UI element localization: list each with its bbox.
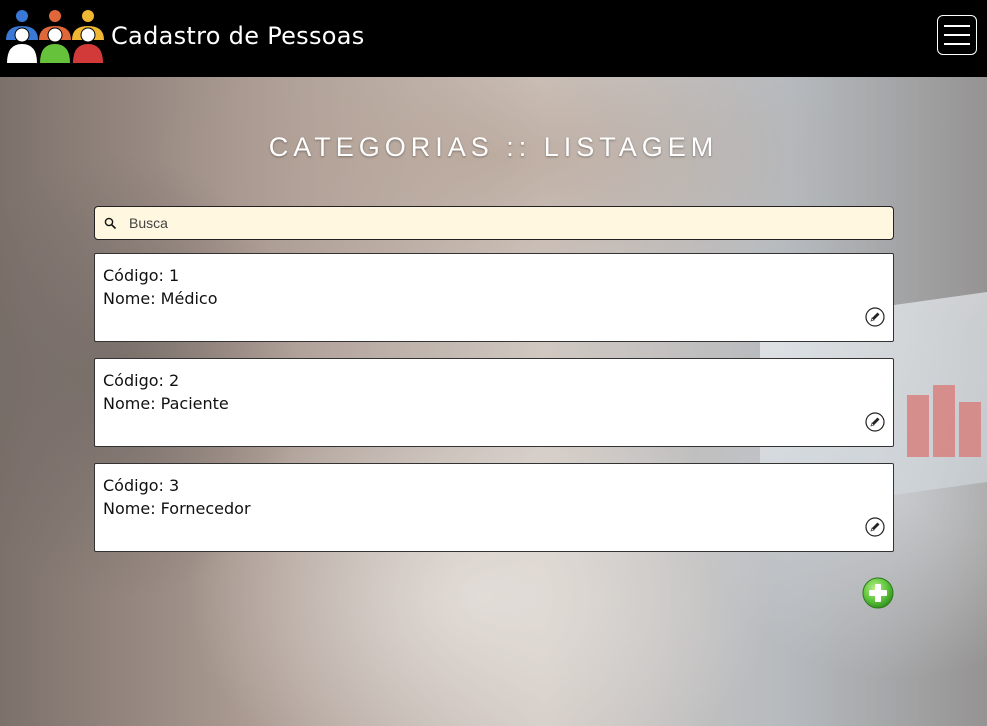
code-label: Código: — [103, 371, 164, 390]
name-label: Nome: — [103, 499, 156, 518]
navbar: Cadastro de Pessoas — [0, 0, 987, 77]
name-label: Nome: — [103, 289, 156, 308]
name-value: Médico — [160, 289, 218, 308]
item-name-row: Nome: Paciente — [103, 392, 885, 415]
pencil-edit-icon[interactable] — [865, 412, 885, 432]
hamburger-menu-button[interactable] — [937, 15, 977, 55]
name-value: Paciente — [160, 394, 229, 413]
search-input[interactable] — [123, 215, 893, 231]
list-item: Código: 3 Nome: Fornecedor — [94, 463, 894, 552]
list-item: Código: 1 Nome: Médico — [94, 253, 894, 342]
pencil-edit-icon[interactable] — [865, 517, 885, 537]
name-label: Nome: — [103, 394, 156, 413]
list-item: Código: 2 Nome: Paciente — [94, 358, 894, 447]
code-label: Código: — [103, 476, 164, 495]
item-code-row: Código: 2 — [103, 369, 885, 392]
code-value: 3 — [169, 476, 180, 495]
name-value: Fornecedor — [160, 499, 251, 518]
item-name-row: Nome: Fornecedor — [103, 497, 885, 520]
brand-title[interactable]: Cadastro de Pessoas — [111, 22, 365, 50]
plus-add-icon[interactable] — [862, 577, 894, 609]
item-code-row: Código: 3 — [103, 474, 885, 497]
search-bar[interactable] — [94, 206, 894, 240]
item-name-row: Nome: Médico — [103, 287, 885, 310]
item-code-row: Código: 1 — [103, 264, 885, 287]
code-value: 2 — [169, 371, 180, 390]
hamburger-menu-icon — [944, 25, 970, 27]
people-group-logo-icon[interactable] — [4, 6, 106, 64]
code-value: 1 — [169, 266, 180, 285]
page-title: CATEGORIAS :: LISTAGEM — [268, 132, 719, 162]
pencil-edit-icon[interactable] — [865, 307, 885, 327]
search-icon — [99, 217, 121, 229]
code-label: Código: — [103, 266, 164, 285]
